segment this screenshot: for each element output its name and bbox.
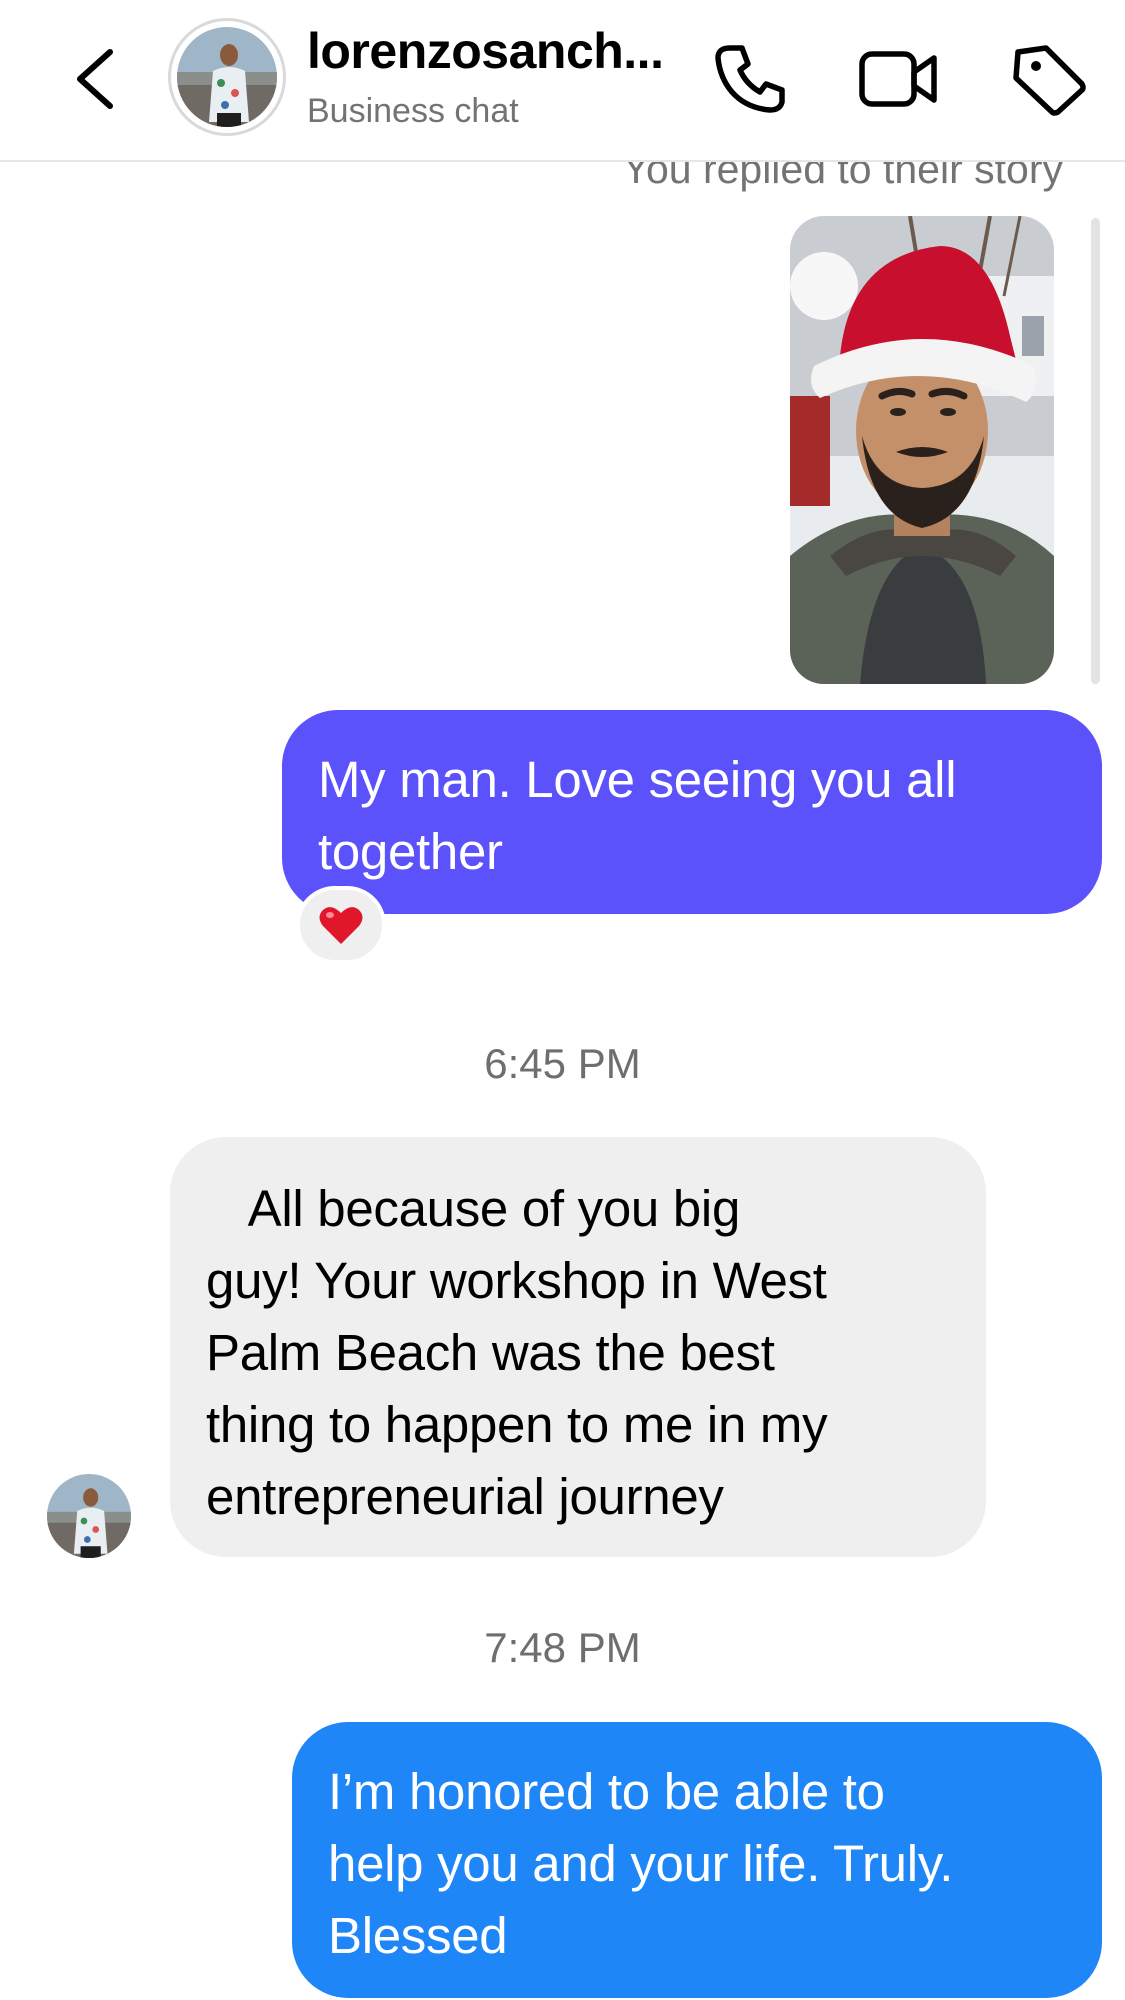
scrollbar[interactable] (1091, 218, 1100, 684)
video-camera-icon (859, 51, 937, 107)
profile-avatar[interactable] (168, 18, 286, 136)
outgoing-message[interactable]: My man. Love seeing you all together (282, 710, 1102, 914)
story-thumbnail[interactable] (790, 216, 1054, 684)
label-button[interactable] (1006, 38, 1096, 118)
sender-avatar[interactable] (47, 1474, 131, 1558)
message-text: All because of you big guy! Your worksho… (206, 1180, 828, 1525)
chat-header: lorenzosanch... Business chat (0, 0, 1125, 162)
message-timestamp: 6:45 PM (484, 1040, 641, 1087)
chevron-left-icon (77, 49, 113, 109)
incoming-message[interactable]: All because of you big guy! Your worksho… (170, 1137, 986, 1557)
outgoing-message[interactable]: I’m honored to be able to help you and y… (292, 1722, 1102, 1998)
call-button[interactable] (706, 38, 796, 118)
message-timestamp: 7:48 PM (484, 1624, 641, 1671)
back-button[interactable] (70, 38, 130, 120)
tag-icon (1013, 45, 1086, 116)
message-reaction[interactable] (296, 886, 386, 964)
chat-screen: lorenzosanch... Business chat You replie… (0, 0, 1125, 2000)
username-label[interactable]: lorenzosanch... (307, 22, 664, 80)
message-text: My man. Love seeing you all together (318, 751, 957, 880)
avatar-photo (177, 27, 277, 127)
business-chat-label: Business chat (307, 92, 519, 130)
video-call-button[interactable] (854, 38, 944, 118)
phone-icon (715, 45, 785, 113)
message-text: I’m honored to be able to help you and y… (328, 1763, 954, 1964)
heart-icon (319, 907, 363, 944)
